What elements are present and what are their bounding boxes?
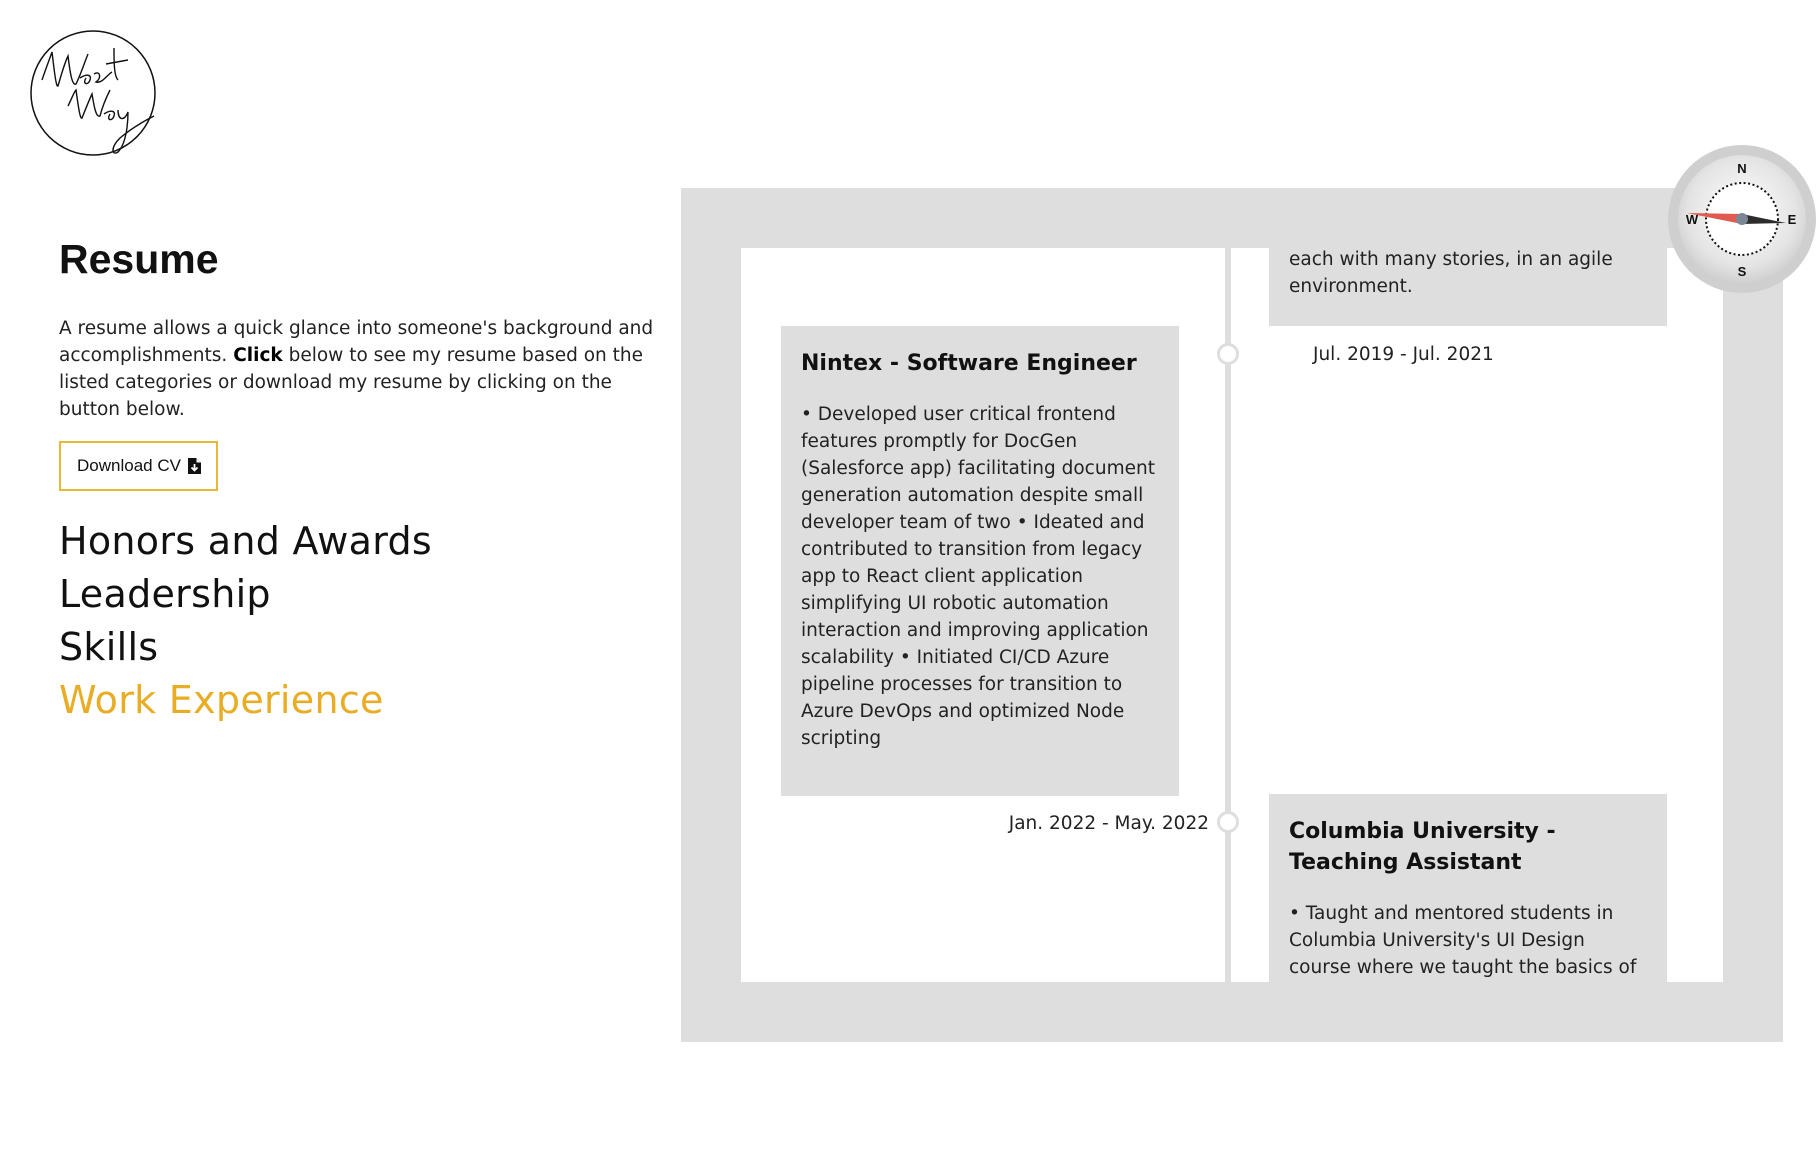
- compass-icon[interactable]: N E S W: [1667, 144, 1817, 294]
- category-leadership[interactable]: Leadership: [59, 568, 659, 621]
- timeline-card-text: • Developed user critical frontend featu…: [801, 404, 1155, 749]
- file-download-icon: [187, 458, 201, 474]
- timeline-date: Jul. 2019 - Jul. 2021: [1313, 344, 1494, 365]
- intro-bold-click: Click: [233, 345, 283, 366]
- timeline-date: Jan. 2022 - May. 2022: [1008, 813, 1209, 834]
- category-skills[interactable]: Skills: [59, 621, 659, 674]
- resume-intro-text: A resume allows a quick glance into some…: [59, 315, 659, 423]
- category-honors-and-awards[interactable]: Honors and Awards: [59, 515, 659, 568]
- compass-s: S: [1738, 264, 1747, 279]
- timeline-scroll-area[interactable]: each with many stories, in an agile envi…: [741, 248, 1723, 982]
- timeline-card-previous: each with many stories, in an agile envi…: [1269, 248, 1667, 326]
- download-cv-label: Download CV: [77, 456, 181, 475]
- west-way-logo[interactable]: [28, 28, 158, 158]
- category-work-experience[interactable]: Work Experience: [59, 674, 659, 727]
- timeline-card-previous-text: each with many stories, in an agile envi…: [1289, 249, 1613, 297]
- timeline-card-text: • Taught and mentored students in Columb…: [1289, 903, 1637, 978]
- timeline-card-title: Columbia University - Teaching Assistant: [1289, 819, 1556, 875]
- timeline-node: [1217, 343, 1239, 365]
- timeline-card-nintex: Nintex - Software Engineer • Developed u…: [781, 326, 1179, 796]
- page-title: Resume: [59, 236, 219, 282]
- resume-intro-panel: Resume A resume allows a quick glance in…: [59, 236, 659, 727]
- resume-category-list: Honors and Awards Leadership Skills Work…: [59, 515, 659, 727]
- compass-n: N: [1737, 161, 1746, 176]
- timeline-node: [1217, 811, 1239, 833]
- compass-e: E: [1788, 212, 1797, 227]
- timeline-card-columbia: Columbia University - Teaching Assistant…: [1269, 794, 1667, 982]
- timeline-frame: each with many stories, in an agile envi…: [681, 188, 1783, 1042]
- download-cv-button[interactable]: Download CV: [59, 441, 218, 491]
- timeline-card-title: Nintex - Software Engineer: [801, 351, 1137, 376]
